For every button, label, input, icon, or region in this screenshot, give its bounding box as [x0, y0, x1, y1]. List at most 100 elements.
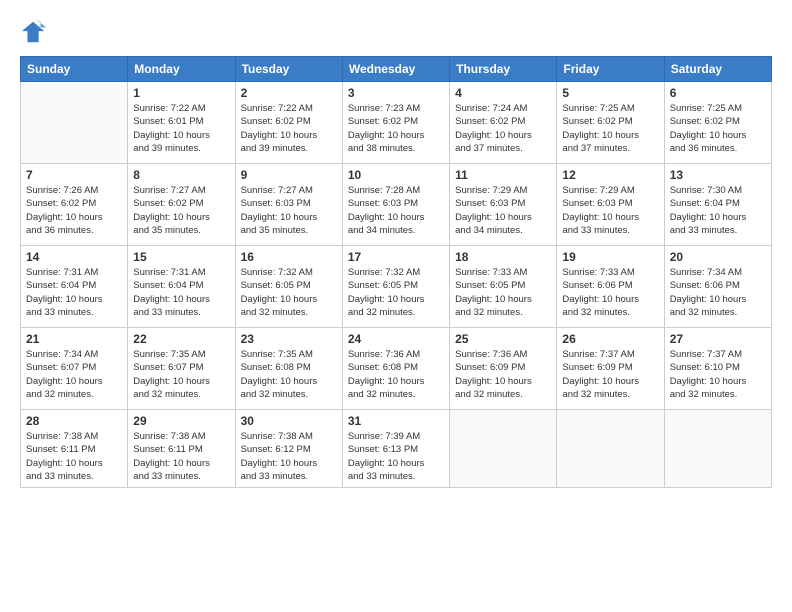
- logo-icon: [20, 18, 48, 46]
- weekday-header-saturday: Saturday: [664, 57, 771, 82]
- day-info: Sunrise: 7:33 AM Sunset: 6:05 PM Dayligh…: [455, 266, 551, 319]
- logo: [20, 18, 52, 46]
- day-number: 21: [26, 332, 122, 346]
- calendar-cell: 6 Sunrise: 7:25 AM Sunset: 6:02 PM Daylig…: [664, 82, 771, 164]
- calendar-cell: 15 Sunrise: 7:31 AM Sunset: 6:04 PM Dayli…: [128, 246, 235, 328]
- day-number: 28: [26, 414, 122, 428]
- calendar-cell: 12 Sunrise: 7:29 AM Sunset: 6:03 PM Dayli…: [557, 164, 664, 246]
- day-number: 11: [455, 168, 551, 182]
- day-info: Sunrise: 7:32 AM Sunset: 6:05 PM Dayligh…: [241, 266, 337, 319]
- calendar-cell: 19 Sunrise: 7:33 AM Sunset: 6:06 PM Dayli…: [557, 246, 664, 328]
- calendar-cell: [450, 410, 557, 488]
- day-info: Sunrise: 7:30 AM Sunset: 6:04 PM Dayligh…: [670, 184, 766, 237]
- page: SundayMondayTuesdayWednesdayThursdayFrid…: [0, 0, 792, 612]
- day-number: 19: [562, 250, 658, 264]
- calendar-cell: 7 Sunrise: 7:26 AM Sunset: 6:02 PM Daylig…: [21, 164, 128, 246]
- day-number: 20: [670, 250, 766, 264]
- calendar-cell: 23Sunrise: 7:35 AM Sunset: 6:08 PM Dayli…: [235, 328, 342, 410]
- day-number: 22: [133, 332, 229, 346]
- weekday-header-sunday: Sunday: [21, 57, 128, 82]
- day-number: 15: [133, 250, 229, 264]
- calendar-cell: 26Sunrise: 7:37 AM Sunset: 6:09 PM Dayli…: [557, 328, 664, 410]
- day-info: Sunrise: 7:25 AM Sunset: 6:02 PM Dayligh…: [670, 102, 766, 155]
- day-number: 5: [562, 86, 658, 100]
- day-info: Sunrise: 7:26 AM Sunset: 6:02 PM Dayligh…: [26, 184, 122, 237]
- day-info: Sunrise: 7:24 AM Sunset: 6:02 PM Dayligh…: [455, 102, 551, 155]
- day-number: 8: [133, 168, 229, 182]
- day-info: Sunrise: 7:32 AM Sunset: 6:05 PM Dayligh…: [348, 266, 444, 319]
- day-number: 2: [241, 86, 337, 100]
- calendar-cell: 20 Sunrise: 7:34 AM Sunset: 6:06 PM Dayli…: [664, 246, 771, 328]
- day-info: Sunrise: 7:29 AM Sunset: 6:03 PM Dayligh…: [562, 184, 658, 237]
- calendar-cell: [664, 410, 771, 488]
- weekday-header-friday: Friday: [557, 57, 664, 82]
- calendar-cell: 5 Sunrise: 7:25 AM Sunset: 6:02 PM Daylig…: [557, 82, 664, 164]
- calendar-cell: 18 Sunrise: 7:33 AM Sunset: 6:05 PM Dayli…: [450, 246, 557, 328]
- weekday-header-thursday: Thursday: [450, 57, 557, 82]
- calendar-week-row-1: 1Sunrise: 7:22 AM Sunset: 6:01 PM Daylig…: [21, 82, 772, 164]
- day-number: 3: [348, 86, 444, 100]
- calendar-cell: 3 Sunrise: 7:23 AM Sunset: 6:02 PM Daylig…: [342, 82, 449, 164]
- calendar-week-row-2: 7 Sunrise: 7:26 AM Sunset: 6:02 PM Daylig…: [21, 164, 772, 246]
- calendar-cell: 8 Sunrise: 7:27 AM Sunset: 6:02 PM Daylig…: [128, 164, 235, 246]
- day-info: Sunrise: 7:35 AM Sunset: 6:08 PM Dayligh…: [241, 348, 337, 401]
- calendar-cell: 14 Sunrise: 7:31 AM Sunset: 6:04 PM Dayli…: [21, 246, 128, 328]
- calendar-cell: 16 Sunrise: 7:32 AM Sunset: 6:05 PM Dayli…: [235, 246, 342, 328]
- day-number: 30: [241, 414, 337, 428]
- day-info: Sunrise: 7:35 AM Sunset: 6:07 PM Dayligh…: [133, 348, 229, 401]
- day-number: 24: [348, 332, 444, 346]
- day-number: 14: [26, 250, 122, 264]
- calendar-cell: 25Sunrise: 7:36 AM Sunset: 6:09 PM Dayli…: [450, 328, 557, 410]
- day-info: Sunrise: 7:38 AM Sunset: 6:11 PM Dayligh…: [26, 430, 122, 483]
- day-number: 18: [455, 250, 551, 264]
- day-info: Sunrise: 7:27 AM Sunset: 6:03 PM Dayligh…: [241, 184, 337, 237]
- day-info: Sunrise: 7:23 AM Sunset: 6:02 PM Dayligh…: [348, 102, 444, 155]
- calendar-table: SundayMondayTuesdayWednesdayThursdayFrid…: [20, 56, 772, 488]
- day-info: Sunrise: 7:39 AM Sunset: 6:13 PM Dayligh…: [348, 430, 444, 483]
- day-number: 26: [562, 332, 658, 346]
- calendar-cell: 10 Sunrise: 7:28 AM Sunset: 6:03 PM Dayli…: [342, 164, 449, 246]
- day-info: Sunrise: 7:31 AM Sunset: 6:04 PM Dayligh…: [26, 266, 122, 319]
- day-info: Sunrise: 7:38 AM Sunset: 6:11 PM Dayligh…: [133, 430, 229, 483]
- calendar-cell: 11Sunrise: 7:29 AM Sunset: 6:03 PM Dayli…: [450, 164, 557, 246]
- calendar-week-row-5: 28 Sunrise: 7:38 AM Sunset: 6:11 PM Dayli…: [21, 410, 772, 488]
- calendar-cell: 31Sunrise: 7:39 AM Sunset: 6:13 PM Dayli…: [342, 410, 449, 488]
- calendar-cell: 9Sunrise: 7:27 AM Sunset: 6:03 PM Daylig…: [235, 164, 342, 246]
- calendar-cell: 13 Sunrise: 7:30 AM Sunset: 6:04 PM Dayli…: [664, 164, 771, 246]
- calendar-week-row-4: 21 Sunrise: 7:34 AM Sunset: 6:07 PM Dayli…: [21, 328, 772, 410]
- calendar-cell: 27Sunrise: 7:37 AM Sunset: 6:10 PM Dayli…: [664, 328, 771, 410]
- calendar-cell: 28 Sunrise: 7:38 AM Sunset: 6:11 PM Dayli…: [21, 410, 128, 488]
- calendar-cell: 21 Sunrise: 7:34 AM Sunset: 6:07 PM Dayli…: [21, 328, 128, 410]
- day-number: 1: [133, 86, 229, 100]
- calendar-cell: 17 Sunrise: 7:32 AM Sunset: 6:05 PM Dayli…: [342, 246, 449, 328]
- day-info: Sunrise: 7:34 AM Sunset: 6:06 PM Dayligh…: [670, 266, 766, 319]
- day-info: Sunrise: 7:37 AM Sunset: 6:10 PM Dayligh…: [670, 348, 766, 401]
- calendar-cell: 24 Sunrise: 7:36 AM Sunset: 6:08 PM Dayli…: [342, 328, 449, 410]
- day-number: 6: [670, 86, 766, 100]
- day-info: Sunrise: 7:28 AM Sunset: 6:03 PM Dayligh…: [348, 184, 444, 237]
- day-info: Sunrise: 7:36 AM Sunset: 6:08 PM Dayligh…: [348, 348, 444, 401]
- calendar-cell: [21, 82, 128, 164]
- day-number: 4: [455, 86, 551, 100]
- day-info: Sunrise: 7:22 AM Sunset: 6:02 PM Dayligh…: [241, 102, 337, 155]
- day-number: 12: [562, 168, 658, 182]
- weekday-header-monday: Monday: [128, 57, 235, 82]
- day-info: Sunrise: 7:25 AM Sunset: 6:02 PM Dayligh…: [562, 102, 658, 155]
- day-number: 13: [670, 168, 766, 182]
- calendar-cell: 2 Sunrise: 7:22 AM Sunset: 6:02 PM Daylig…: [235, 82, 342, 164]
- day-info: Sunrise: 7:27 AM Sunset: 6:02 PM Dayligh…: [133, 184, 229, 237]
- day-info: Sunrise: 7:34 AM Sunset: 6:07 PM Dayligh…: [26, 348, 122, 401]
- day-number: 7: [26, 168, 122, 182]
- calendar-cell: 22 Sunrise: 7:35 AM Sunset: 6:07 PM Dayli…: [128, 328, 235, 410]
- day-number: 10: [348, 168, 444, 182]
- calendar-week-row-3: 14 Sunrise: 7:31 AM Sunset: 6:04 PM Dayli…: [21, 246, 772, 328]
- calendar-cell: 1Sunrise: 7:22 AM Sunset: 6:01 PM Daylig…: [128, 82, 235, 164]
- day-number: 17: [348, 250, 444, 264]
- weekday-header-tuesday: Tuesday: [235, 57, 342, 82]
- day-info: Sunrise: 7:31 AM Sunset: 6:04 PM Dayligh…: [133, 266, 229, 319]
- day-info: Sunrise: 7:36 AM Sunset: 6:09 PM Dayligh…: [455, 348, 551, 401]
- calendar-cell: 30Sunrise: 7:38 AM Sunset: 6:12 PM Dayli…: [235, 410, 342, 488]
- day-info: Sunrise: 7:33 AM Sunset: 6:06 PM Dayligh…: [562, 266, 658, 319]
- day-number: 16: [241, 250, 337, 264]
- day-number: 29: [133, 414, 229, 428]
